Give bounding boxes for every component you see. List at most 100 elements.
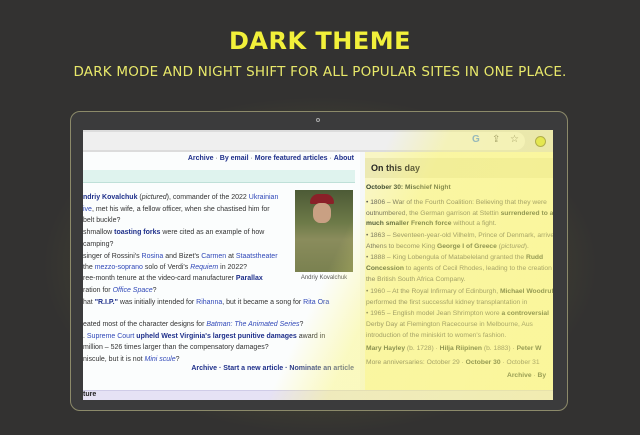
browser-toolbar: G ⇪ ☆	[83, 130, 553, 152]
text: introduction of the miniskirt to women's…	[366, 332, 507, 339]
text: the British South Africa Company.	[366, 276, 466, 283]
article-link[interactable]: By	[538, 372, 547, 379]
otd-item-line: Derby Day at Flemington Racecourse in Me…	[366, 320, 533, 329]
address-bar[interactable]	[83, 132, 525, 150]
article-link[interactable]: surrendered to a	[501, 210, 553, 217]
article-link[interactable]: October 30	[466, 359, 501, 366]
text: the	[83, 264, 95, 271]
article-link[interactable]: Requiem	[190, 264, 218, 271]
article-link[interactable]: October 30:	[366, 184, 405, 191]
text: belt buckle?	[83, 217, 121, 224]
text: shmallow	[83, 229, 115, 236]
article-link[interactable]: ive	[83, 206, 92, 213]
article-link[interactable]: Rudd	[526, 254, 543, 261]
text: ).	[524, 243, 529, 250]
dyk-item-line: ndriy Kovalchuk (pictured), commander of…	[83, 193, 278, 202]
text: in 2022?	[218, 264, 248, 271]
dyk-top-nav: Archive · By email · More featured artic…	[188, 155, 354, 162]
article-link[interactable]: Office Space	[113, 287, 153, 294]
dyk-item-line: ration for Office Space?	[83, 286, 157, 295]
nav-link[interactable]: About	[334, 155, 354, 162]
article-link[interactable]: "R.I.P."	[95, 299, 118, 306]
text: · October 31	[500, 359, 540, 366]
text: • 1888 – King Lobengula of Matabeleland …	[366, 254, 526, 261]
article-link[interactable]: Carmen	[201, 253, 226, 260]
text: solo of Verdi's	[142, 264, 191, 271]
article-link[interactable]: Peter W	[517, 345, 542, 352]
article-link[interactable]: Mischief Night	[405, 184, 451, 191]
article-link[interactable]: Mary Hayley	[366, 345, 405, 352]
dyk-item-line: singer of Rossini's Rosina and Bizet's C…	[83, 252, 278, 261]
dyk-header-bar	[83, 170, 355, 183]
text: camping?	[83, 241, 114, 248]
article-link[interactable]: Rihanna	[196, 299, 222, 306]
nav-link[interactable]: Start a new article	[223, 365, 283, 372]
text: pictured	[500, 243, 525, 250]
article-link[interactable]: Staatstheater	[236, 253, 278, 260]
article-link[interactable]: ndriy Kovalchuk	[83, 194, 137, 201]
article-link[interactable]: Michael Woodruff	[500, 288, 553, 295]
article-link[interactable]: Ukrainian	[249, 194, 279, 201]
nav-link[interactable]: Archive	[188, 155, 214, 162]
text: ?	[299, 321, 304, 328]
dyk-item-line: eated most of the character designs for …	[83, 320, 303, 329]
dark-theme-extension-icon[interactable]	[535, 136, 546, 147]
on-this-day-panel: On this day October 30: Mischief Night • …	[365, 152, 553, 392]
article-link[interactable]: much smaller French force	[366, 220, 451, 227]
text: ), commander of the 2022	[166, 194, 249, 201]
text: to agents of Cecil Rhodes, leading to th…	[403, 265, 553, 272]
text: and Bizet's	[163, 253, 202, 260]
browser-screen: G ⇪ ☆ Archive · By email · More featured…	[83, 130, 553, 400]
star-icon[interactable]: ☆	[510, 134, 519, 145]
google-icon[interactable]: G	[472, 134, 480, 145]
dyk-bottom-nav: Archive · Start a new article · Nominate…	[191, 365, 354, 372]
text: was initially intended for	[117, 299, 197, 306]
article-link[interactable]: upheld West Virginia's largest punitive …	[134, 333, 297, 340]
article-link[interactable]: Concession	[366, 265, 404, 272]
text: niscule, but it is not	[83, 356, 145, 363]
article-link[interactable]: George I of Greece	[437, 243, 497, 250]
dyk-item-line: . Supreme Court upheld West Virginia's l…	[83, 332, 325, 341]
otd-item-line: October 30: Mischief Night	[366, 183, 451, 192]
nav-link[interactable]: Nominate an article	[289, 365, 354, 372]
otd-item-line: • 1806 – War of the Fourth Coalition: Be…	[366, 198, 547, 207]
text: without a fight.	[451, 220, 497, 227]
article-link[interactable]: mezzo-soprano	[95, 264, 143, 271]
otd-item-line: introduction of the miniskirt to women's…	[366, 331, 506, 340]
otd-item-line: performed the first successful kidney tr…	[366, 298, 527, 307]
otd-item-line: • 1965 – English model Jean Shrimpton wo…	[366, 309, 549, 318]
share-icon[interactable]: ⇪	[492, 134, 500, 145]
did-you-know-panel: Archive · By email · More featured artic…	[83, 152, 360, 400]
text: outnumbered, the German garrison at Stet…	[366, 210, 501, 217]
article-link[interactable]: Batman: The Animated Series	[206, 321, 299, 328]
otd-item-line: Archive · By	[507, 371, 546, 380]
text: , but it became a song for	[222, 299, 304, 306]
article-link[interactable]: a controversial	[501, 310, 549, 317]
otd-item-line: • 1960 – At the Royal Infirmary of Edinb…	[366, 287, 553, 296]
article-link[interactable]: Archive	[507, 372, 532, 379]
otd-item-line: Mary Hayley (b. 1728) · Hilja Riipinen (…	[366, 344, 541, 353]
otd-item-line: the British South Africa Company.	[366, 275, 466, 284]
otd-item-line: More anniversaries: October 29 · October…	[366, 358, 540, 367]
text: • 1960 – At the Royal Infirmary of Edinb…	[366, 288, 500, 295]
article-link[interactable]: Supreme Court	[87, 333, 134, 340]
nav-link[interactable]: By email	[220, 155, 249, 162]
featured-photo[interactable]	[295, 190, 353, 272]
text: at	[226, 253, 236, 260]
text: • 1806 – War of the Fourth Coalition: Be…	[366, 199, 547, 206]
article-link[interactable]: toasting forks	[114, 229, 160, 236]
otd-item-line: outnumbered, the German garrison at Stet…	[366, 209, 553, 218]
article-link[interactable]: Mini scule	[144, 356, 175, 363]
article-link[interactable]: Rosina	[142, 253, 164, 260]
nav-link[interactable]: More featured articles	[255, 155, 328, 162]
nav-link[interactable]: Archive	[191, 365, 217, 372]
article-link[interactable]: Rita Ora	[303, 299, 329, 306]
text: (b. 1883) ·	[481, 345, 517, 352]
text: hat	[83, 299, 95, 306]
article-link[interactable]: Hilja Riipinen	[440, 345, 482, 352]
text: eated most of the character designs for	[83, 321, 207, 328]
featured-picture-heading: ture	[83, 391, 97, 398]
article-link[interactable]: Parallax	[236, 275, 263, 282]
text: award in	[296, 333, 326, 340]
dyk-item-line: hat "R.I.P." was initially intended for …	[83, 298, 329, 307]
